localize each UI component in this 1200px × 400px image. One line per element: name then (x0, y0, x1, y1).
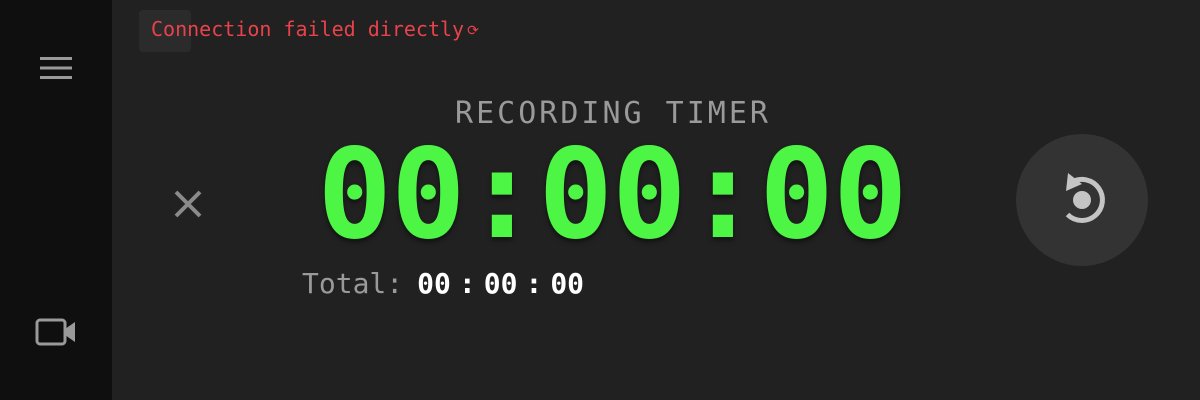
total-minutes: 00 (483, 267, 518, 300)
sidebar (0, 0, 112, 400)
total-label: Total: (302, 267, 404, 300)
menu-button[interactable] (36, 52, 76, 84)
total-time: Total: 00:00:00 (302, 266, 584, 302)
connection-status[interactable]: Connection failed directly ⟳ (151, 14, 479, 44)
total-seconds: 00 (550, 267, 585, 300)
camera-button[interactable] (32, 312, 80, 352)
total-hours: 00 (417, 267, 451, 300)
connection-status-message: Connection failed directly (151, 17, 465, 41)
total-separator: : (525, 267, 543, 300)
reset-button[interactable] (1016, 134, 1148, 266)
close-icon (174, 190, 202, 218)
reset-icon (1065, 173, 1105, 223)
hamburger-menu-icon (40, 57, 72, 79)
timer-display: 00:00:00 (317, 123, 907, 267)
retry-icon[interactable]: ⟳ (467, 23, 479, 39)
close-button[interactable] (170, 186, 206, 222)
total-separator: : (458, 267, 476, 300)
video-camera-icon (35, 318, 75, 346)
